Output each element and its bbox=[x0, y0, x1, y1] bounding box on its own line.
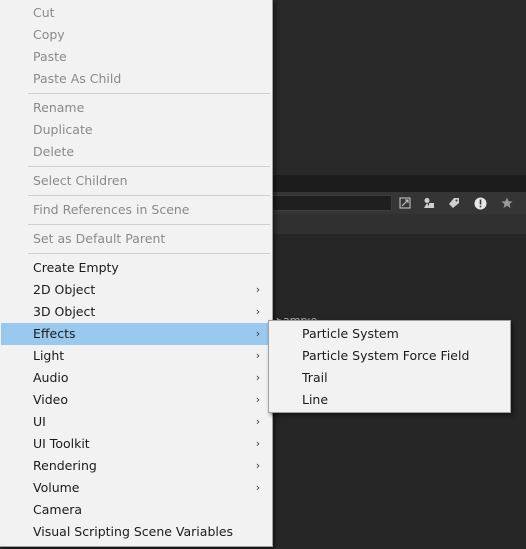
menu-separator bbox=[28, 253, 270, 254]
menu-item-copy: Copy bbox=[1, 24, 272, 46]
menu-item-label: Visual Scripting Scene Variables bbox=[33, 524, 234, 539]
menu-item-label: Create Empty bbox=[33, 260, 119, 275]
menu-item-delete: Delete bbox=[1, 141, 272, 163]
menu-item-label: Select Children bbox=[33, 173, 128, 188]
menu-item-label: UI Toolkit bbox=[33, 436, 90, 451]
menu-item-label: Rendering bbox=[33, 458, 97, 473]
menu-separator bbox=[28, 224, 270, 225]
star-icon[interactable] bbox=[497, 194, 517, 212]
menu-item-rename: Rename bbox=[1, 97, 272, 119]
submenu-item-particle-system-force-field[interactable]: Particle System Force Field bbox=[269, 345, 510, 367]
submenu-item-trail[interactable]: Trail bbox=[269, 367, 510, 389]
menu-item-volume[interactable]: Volume › bbox=[1, 477, 272, 499]
menu-item-select-children: Select Children bbox=[1, 170, 272, 192]
menu-item-label: Audio bbox=[33, 370, 69, 385]
chevron-right-icon: › bbox=[255, 327, 261, 340]
menu-item-label: Video bbox=[33, 392, 69, 407]
menu-item-label: Paste bbox=[33, 49, 67, 64]
chevron-right-icon: › bbox=[255, 459, 261, 472]
menu-item-find-references-in-scene: Find References in Scene bbox=[1, 199, 272, 221]
chevron-right-icon: › bbox=[255, 481, 261, 494]
menu-item-2d-object[interactable]: 2D Object › bbox=[1, 279, 272, 301]
menu-item-rendering[interactable]: Rendering › bbox=[1, 455, 272, 477]
menu-item-label: Light bbox=[33, 348, 65, 363]
menu-item-camera[interactable]: Camera bbox=[1, 499, 272, 521]
menu-item-create-empty[interactable]: Create Empty bbox=[1, 257, 272, 279]
menu-item-cut: Cut bbox=[1, 2, 272, 24]
submenu-item-line[interactable]: Line bbox=[269, 389, 510, 411]
menu-item-label: Volume bbox=[33, 480, 80, 495]
scene-visibility-icon[interactable] bbox=[395, 194, 415, 212]
menu-item-label: Set as Default Parent bbox=[33, 231, 166, 246]
menu-item-ui[interactable]: UI › bbox=[1, 411, 272, 433]
menu-item-label: Effects bbox=[33, 326, 76, 341]
chevron-right-icon: › bbox=[255, 349, 261, 362]
menu-item-label: Delete bbox=[33, 144, 75, 159]
chevron-right-icon: › bbox=[255, 415, 261, 428]
audio-icon[interactable] bbox=[419, 194, 439, 212]
warning-icon[interactable] bbox=[470, 194, 490, 212]
menu-item-light[interactable]: Light › bbox=[1, 345, 272, 367]
menu-item-label: 2D Object bbox=[33, 282, 96, 297]
menu-item-video[interactable]: Video › bbox=[1, 389, 272, 411]
menu-item-3d-object[interactable]: 3D Object › bbox=[1, 301, 272, 323]
menu-item-ui-toolkit[interactable]: UI Toolkit › bbox=[1, 433, 272, 455]
tag-icon[interactable] bbox=[444, 194, 464, 212]
menu-item-visual-scripting-scene-variables[interactable]: Visual Scripting Scene Variables bbox=[1, 521, 272, 543]
menu-item-paste: Paste bbox=[1, 46, 272, 68]
menu-separator bbox=[28, 93, 270, 94]
menu-separator bbox=[28, 195, 270, 196]
menu-item-label: Cut bbox=[33, 5, 55, 20]
menu-item-label: Duplicate bbox=[33, 122, 93, 137]
menu-item-duplicate: Duplicate bbox=[1, 119, 272, 141]
effects-submenu: Particle System Particle System Force Fie… bbox=[268, 320, 511, 413]
menu-item-label: 3D Object bbox=[33, 304, 96, 319]
menu-item-label: Find References in Scene bbox=[33, 202, 190, 217]
submenu-item-particle-system[interactable]: Particle System bbox=[269, 323, 510, 345]
menu-item-audio[interactable]: Audio › bbox=[1, 367, 272, 389]
menu-separator bbox=[28, 166, 270, 167]
menu-item-label: Rename bbox=[33, 100, 85, 115]
menu-item-label: Camera bbox=[33, 502, 83, 517]
menu-item-effects[interactable]: Effects › bbox=[1, 323, 272, 345]
chevron-right-icon: › bbox=[255, 305, 261, 318]
menu-item-label: UI bbox=[33, 414, 46, 429]
menu-item-set-as-default-parent: Set as Default Parent bbox=[1, 228, 272, 250]
context-menu: Cut Copy Paste Paste As Child Rename Duplicat… bbox=[0, 0, 273, 547]
menu-item-paste-as-child: Paste As Child bbox=[1, 68, 272, 90]
menu-item-label: Paste As Child bbox=[33, 71, 122, 86]
chevron-right-icon: › bbox=[255, 283, 261, 296]
chevron-right-icon: › bbox=[255, 393, 261, 406]
menu-item-label: Copy bbox=[33, 27, 65, 42]
chevron-right-icon: › bbox=[255, 371, 261, 384]
chevron-right-icon: › bbox=[255, 437, 261, 450]
